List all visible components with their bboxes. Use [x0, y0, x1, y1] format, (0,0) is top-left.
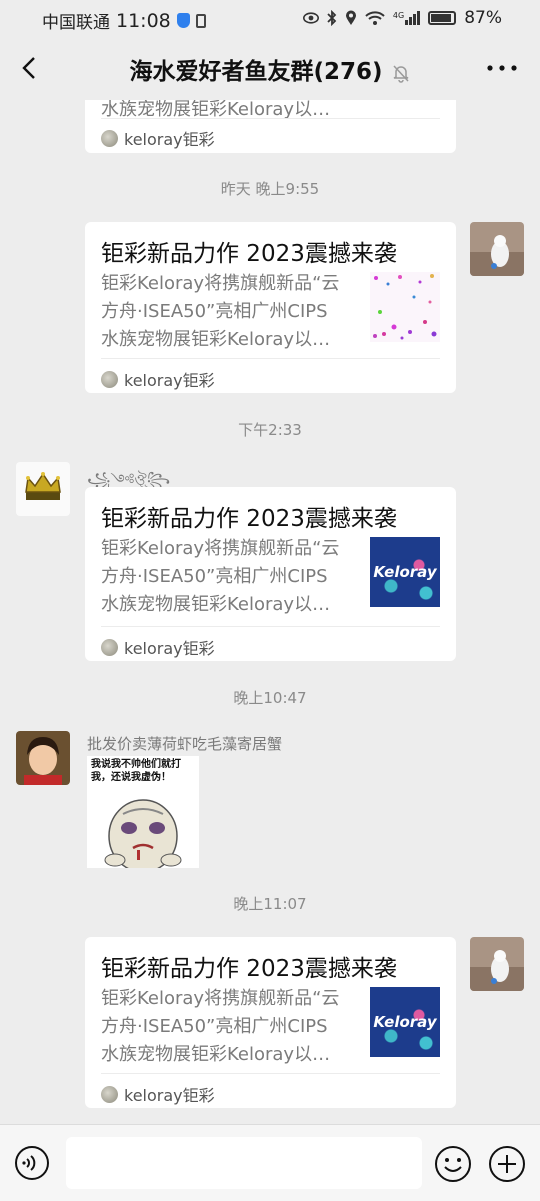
timestamp: 下午2:33 — [238, 421, 302, 439]
link-card[interactable]: 钜彩新品力作 2023震撼来袭 钜彩Keloray将携旗舰新品“云 方舟·ISE… — [85, 222, 456, 393]
card-source: keloray钜彩 — [101, 635, 215, 659]
card-desc: 钜彩Keloray将携旗舰新品“云 方舟·ISEA50”亮相广州CIPS 水族宠… — [101, 535, 357, 619]
chat-title: 海水爱好者鱼友群(276) — [0, 52, 540, 86]
status-bar: 中国联通 11:08 4G 87% — [0, 0, 540, 38]
sticker-caption: 我说我不帅他们就打 我，还说我虚伪！ — [91, 758, 181, 784]
source-label: keloray钜彩 — [124, 1086, 215, 1105]
sim-icon — [195, 13, 206, 28]
eye-icon — [302, 12, 319, 24]
thumb-logo-text: Keloray — [373, 1013, 437, 1031]
card-divider — [101, 626, 440, 627]
my-avatar[interactable] — [470, 937, 524, 991]
network-type-label: 4G — [392, 11, 405, 20]
sticker-face-icon — [104, 799, 182, 868]
message-list[interactable]: 水族宠物展钜彩Keloray以… keloray钜彩 昨天 晚上9:55 钜彩新… — [0, 100, 540, 1125]
group-name: 海水爱好者鱼友群(276) — [129, 59, 383, 85]
thumb-logo-text: Keloray — [373, 563, 437, 581]
card-desc: 钜彩Keloray将携旗舰新品“云 方舟·ISEA50”亮相广州CIPS 水族宠… — [101, 270, 357, 354]
sticker-caption-line: 我说我不帅他们就打 — [91, 759, 181, 770]
link-card[interactable]: 钜彩新品力作 2023震撼来袭 钜彩Keloray将携旗舰新品“云 方舟·ISE… — [85, 937, 456, 1108]
card-divider — [101, 118, 440, 119]
plus-icon[interactable] — [488, 1145, 526, 1183]
input-bar — [0, 1124, 540, 1201]
battery-icon — [428, 11, 457, 25]
card-source: keloray钜彩 — [101, 1082, 215, 1106]
timestamp: 昨天 晚上9:55 — [220, 180, 320, 198]
card-source: keloray钜彩 — [101, 126, 215, 150]
sender-name: 批发价卖薄荷虾吃毛藻寄居蟹 — [87, 735, 283, 753]
card-desc-line: 水族宠物展钜彩Keloray以… — [101, 594, 331, 615]
card-desc-line: 方舟·ISEA50”亮相广州CIPS — [101, 301, 328, 322]
message-input[interactable] — [66, 1137, 422, 1189]
card-desc-line: 钜彩Keloray将携旗舰新品“云 — [101, 988, 340, 1009]
card-desc-line: 钜彩Keloray将携旗舰新品“云 — [101, 538, 340, 559]
source-avatar-icon — [101, 370, 118, 388]
card-thumbnail: Keloray — [370, 537, 440, 607]
location-icon — [345, 10, 356, 25]
source-label: keloray钜彩 — [124, 371, 215, 390]
link-card[interactable]: 钜彩新品力作 2023震撼来袭 钜彩Keloray将携旗舰新品“云 方舟·ISE… — [85, 487, 456, 661]
more-options-icon[interactable] — [484, 56, 520, 80]
card-divider — [101, 358, 440, 359]
sender-avatar[interactable] — [16, 731, 70, 785]
bluetooth-icon — [327, 10, 337, 26]
card-desc-line: 水族宠物展钜彩Keloray以… — [101, 329, 331, 350]
card-desc: 钜彩Keloray将携旗舰新品“云 方舟·ISEA50”亮相广州CIPS 水族宠… — [101, 985, 357, 1069]
emoji-icon[interactable] — [434, 1145, 472, 1183]
clock: 11:08 — [116, 9, 171, 32]
card-desc-line: 水族宠物展钜彩Keloray以… — [101, 100, 331, 120]
source-label: keloray钜彩 — [124, 130, 215, 149]
card-desc: 水族宠物展钜彩Keloray以… — [101, 100, 357, 124]
source-avatar-icon — [101, 129, 118, 147]
sender-avatar[interactable] — [16, 462, 70, 516]
card-divider — [101, 1073, 440, 1074]
battery-label: 87% — [464, 8, 502, 28]
chat-header: 海水爱好者鱼友群(276) — [0, 38, 540, 100]
sticker-image[interactable]: 我说我不帅他们就打 我，还说我虚伪！ — [87, 756, 199, 868]
card-desc-line: 水族宠物展钜彩Keloray以… — [101, 1044, 331, 1065]
source-avatar-icon — [101, 1085, 118, 1103]
card-title: 钜彩新品力作 2023震撼来袭 — [101, 241, 397, 267]
link-card-partial[interactable]: 水族宠物展钜彩Keloray以… keloray钜彩 — [85, 100, 456, 153]
status-right: 4G 87% — [302, 8, 502, 28]
card-desc-line: 方舟·ISEA50”亮相广州CIPS — [101, 566, 328, 587]
source-avatar-icon — [101, 638, 118, 656]
signal-icon: 4G — [392, 11, 421, 25]
status-left: 中国联通 11:08 — [42, 8, 206, 33]
my-avatar[interactable] — [470, 222, 524, 276]
wifi-icon — [365, 11, 385, 25]
sticker-caption-line: 我，还说我虚伪！ — [91, 772, 171, 783]
card-thumbnail: Keloray — [370, 987, 440, 1057]
mute-bell-icon — [392, 64, 409, 83]
carrier-label: 中国联通 — [42, 13, 110, 33]
card-desc-line: 钜彩Keloray将携旗舰新品“云 — [101, 273, 340, 294]
card-thumbnail — [370, 272, 440, 342]
card-title: 钜彩新品力作 2023震撼来袭 — [101, 956, 397, 982]
card-source: keloray钜彩 — [101, 367, 215, 391]
card-title: 钜彩新品力作 2023震撼来袭 — [101, 506, 397, 532]
timestamp: 晚上10:47 — [233, 689, 307, 707]
voice-input-icon[interactable] — [14, 1145, 50, 1181]
shield-icon — [176, 13, 190, 28]
source-label: keloray钜彩 — [124, 639, 215, 658]
card-desc-line: 方舟·ISEA50”亮相广州CIPS — [101, 1016, 328, 1037]
timestamp: 晚上11:07 — [233, 895, 307, 913]
